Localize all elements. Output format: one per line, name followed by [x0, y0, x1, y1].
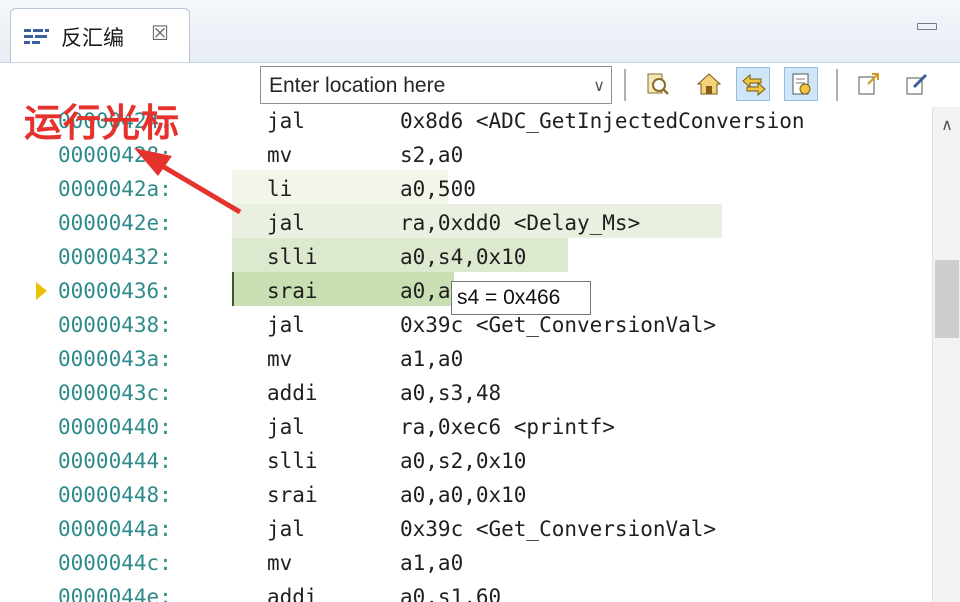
- instruction-operands: a0,s2,0x10: [400, 449, 527, 473]
- instruction-mnemonic: jal: [267, 415, 305, 439]
- disassembly-row[interactable]: 0000043c: addi a0,s3,48: [0, 376, 932, 410]
- instruction-address: 00000444:: [58, 449, 172, 473]
- disassembly-row[interactable]: 0000042a: li a0,500: [0, 172, 932, 206]
- disassembly-row[interactable]: 00000432: slli a0,s4,0x10: [0, 240, 932, 274]
- show-source-button[interactable]: [784, 67, 818, 101]
- tab-title: 反汇编: [61, 26, 124, 50]
- instruction-operands: a0,500: [400, 177, 476, 201]
- instruction-operands: a0,s3,48: [400, 381, 502, 405]
- instruction-operands: a0,a0,0x10: [400, 483, 527, 507]
- instruction-mnemonic: mv: [267, 551, 293, 575]
- instruction-mnemonic: jal: [267, 211, 305, 235]
- disassembly-row[interactable]: 00000444: slli a0,s2,0x10: [0, 444, 932, 478]
- chevron-down-icon[interactable]: ∨: [593, 76, 605, 96]
- location-combobox[interactable]: Enter location here ∨: [260, 66, 612, 104]
- instruction-mnemonic: srai: [267, 483, 318, 507]
- instruction-address: 0000042a:: [58, 177, 172, 201]
- instruction-mnemonic: jal: [267, 517, 305, 541]
- disassembly-row[interactable]: 0000042e: jal ra,0xdd0 <Delay_Ms>: [0, 206, 932, 240]
- instruction-operands: a0,s4,0x10: [400, 245, 527, 269]
- disassembly-row[interactable]: 0000044c: mv a1,a0: [0, 546, 932, 580]
- disassembly-row[interactable]: 00000448: srai a0,a0,0x10: [0, 478, 932, 512]
- location-input[interactable]: Enter location here: [269, 74, 445, 98]
- instruction-address: 0000043c:: [58, 381, 172, 405]
- go-to-address-icon: [647, 73, 669, 95]
- close-icon[interactable]: ☒: [151, 21, 169, 45]
- instruction-mnemonic: addi: [267, 585, 318, 602]
- instruction-mnemonic: srai: [267, 279, 318, 303]
- disassembly-icon: [24, 29, 49, 44]
- instruction-operands: ra,0xdd0 <Delay_Ms>: [400, 211, 641, 235]
- disassembly-row[interactable]: 00000440: jal ra,0xec6 <printf>: [0, 410, 932, 444]
- instruction-mnemonic: li: [267, 177, 293, 201]
- instruction-operands: a1,a0: [400, 347, 464, 371]
- instruction-address: 0000044c:: [58, 551, 172, 575]
- instruction-mnemonic: jal: [267, 313, 305, 337]
- export-button[interactable]: [852, 67, 886, 101]
- scroll-up-arrow-icon[interactable]: ∧: [933, 115, 960, 135]
- instruction-address: 00000448:: [58, 483, 172, 507]
- instruction-mnemonic: mv: [267, 347, 293, 371]
- instruction-mnemonic: mv: [267, 143, 293, 167]
- link-with-pc-button[interactable]: [736, 67, 770, 101]
- instruction-mnemonic: addi: [267, 381, 318, 405]
- instruction-address: 0000042e:: [58, 211, 172, 235]
- instruction-address: 00000438:: [58, 313, 172, 337]
- export-icon: [858, 73, 879, 95]
- show-source-icon: [792, 73, 811, 95]
- go-to-address-button[interactable]: [640, 67, 674, 101]
- register-value-tooltip: s4 = 0x466: [451, 281, 591, 315]
- vertical-scrollbar[interactable]: ∧: [932, 107, 960, 602]
- home-button[interactable]: [692, 67, 726, 101]
- instruction-operands: 0x39c <Get_ConversionVal>: [400, 517, 717, 541]
- link-with-pc-icon: [742, 73, 766, 97]
- disassembly-view[interactable]: 00000424: jal 0x8d6 <ADC_GetInjectedConver…: [0, 104, 932, 602]
- instruction-address: 00000436:: [58, 279, 172, 303]
- toolbar-separator: [836, 69, 838, 101]
- disassembly-row[interactable]: 0000044a: jal 0x39c <Get_ConversionVal>: [0, 512, 932, 546]
- instruction-operands: a1,a0: [400, 551, 464, 575]
- disassembly-row[interactable]: 0000044e: addi a0,s1,60: [0, 580, 932, 602]
- instruction-operands: ra,0xec6 <printf>: [400, 415, 615, 439]
- tab-disassembly[interactable]: 反汇编 ☒: [10, 8, 190, 62]
- instruction-address: 0000044a:: [58, 517, 172, 541]
- instruction-operands: 0x8d6 <ADC_GetInjectedConversion: [400, 109, 805, 133]
- edit-icon: [906, 73, 928, 95]
- program-counter-marker-icon: [36, 282, 47, 300]
- instruction-mnemonic: slli: [267, 245, 318, 269]
- instruction-address: 00000432:: [58, 245, 172, 269]
- instruction-operands: s2,a0: [400, 143, 464, 167]
- instruction-address: 00000440:: [58, 415, 172, 439]
- home-icon: [696, 73, 722, 95]
- scroll-thumb[interactable]: [935, 260, 959, 338]
- instruction-address: 0000044e:: [58, 585, 172, 602]
- instruction-mnemonic: slli: [267, 449, 318, 473]
- minimize-button[interactable]: [915, 18, 939, 32]
- view-tab-bar: 反汇编 ☒: [0, 0, 960, 63]
- instruction-mnemonic: jal: [267, 109, 305, 133]
- toolbar-separator: [624, 69, 626, 101]
- edit-button[interactable]: [900, 67, 934, 101]
- disassembly-row[interactable]: 0000043a: mv a1,a0: [0, 342, 932, 376]
- minimize-icon: [917, 23, 937, 30]
- instruction-operands: a0,s1,60: [400, 585, 502, 602]
- run-cursor-annotation: 运行光标: [24, 101, 181, 145]
- instruction-address: 0000043a:: [58, 347, 172, 371]
